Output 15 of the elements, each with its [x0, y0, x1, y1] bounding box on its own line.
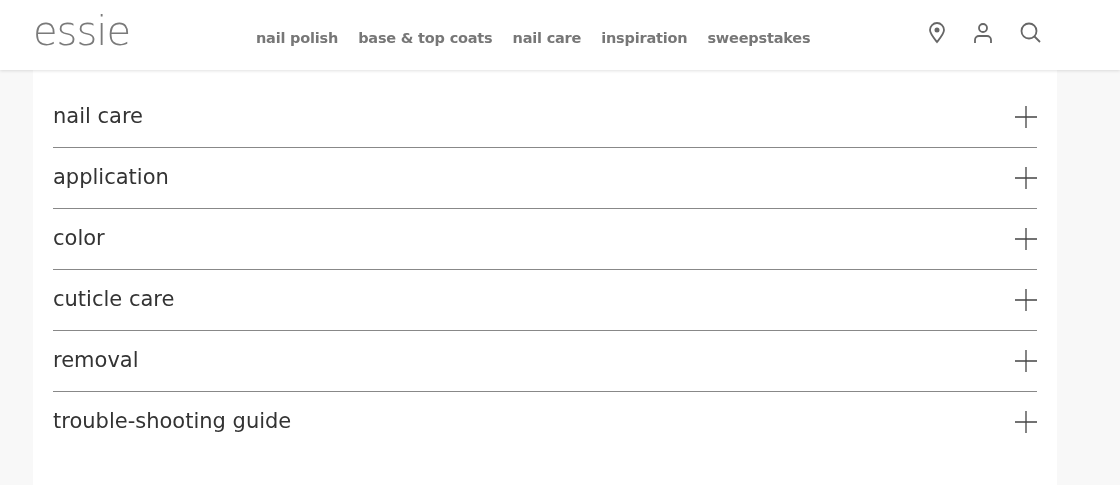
nav-link[interactable]: base & top coats	[358, 30, 493, 46]
accordion-header[interactable]: application	[53, 148, 1037, 209]
user-icon[interactable]	[973, 22, 994, 44]
nav-link[interactable]: nail polish	[256, 30, 339, 46]
nav-link[interactable]: nail care	[512, 30, 582, 46]
nav-link[interactable]: inspiration	[601, 30, 688, 46]
location-pin-icon[interactable]	[928, 22, 947, 44]
nav-link[interactable]: sweepstakes	[707, 30, 811, 46]
accordion-header[interactable]: nail care	[53, 87, 1037, 148]
accordion-header[interactable]: trouble-shooting guide	[53, 392, 1037, 452]
accordion-header[interactable]: color	[53, 209, 1037, 270]
search-icon[interactable]	[1020, 22, 1042, 43]
logo[interactable]: essie	[33, 11, 256, 51]
accordion-header[interactable]: removal	[53, 331, 1037, 392]
accordion-header[interactable]: cuticle care	[53, 270, 1037, 331]
